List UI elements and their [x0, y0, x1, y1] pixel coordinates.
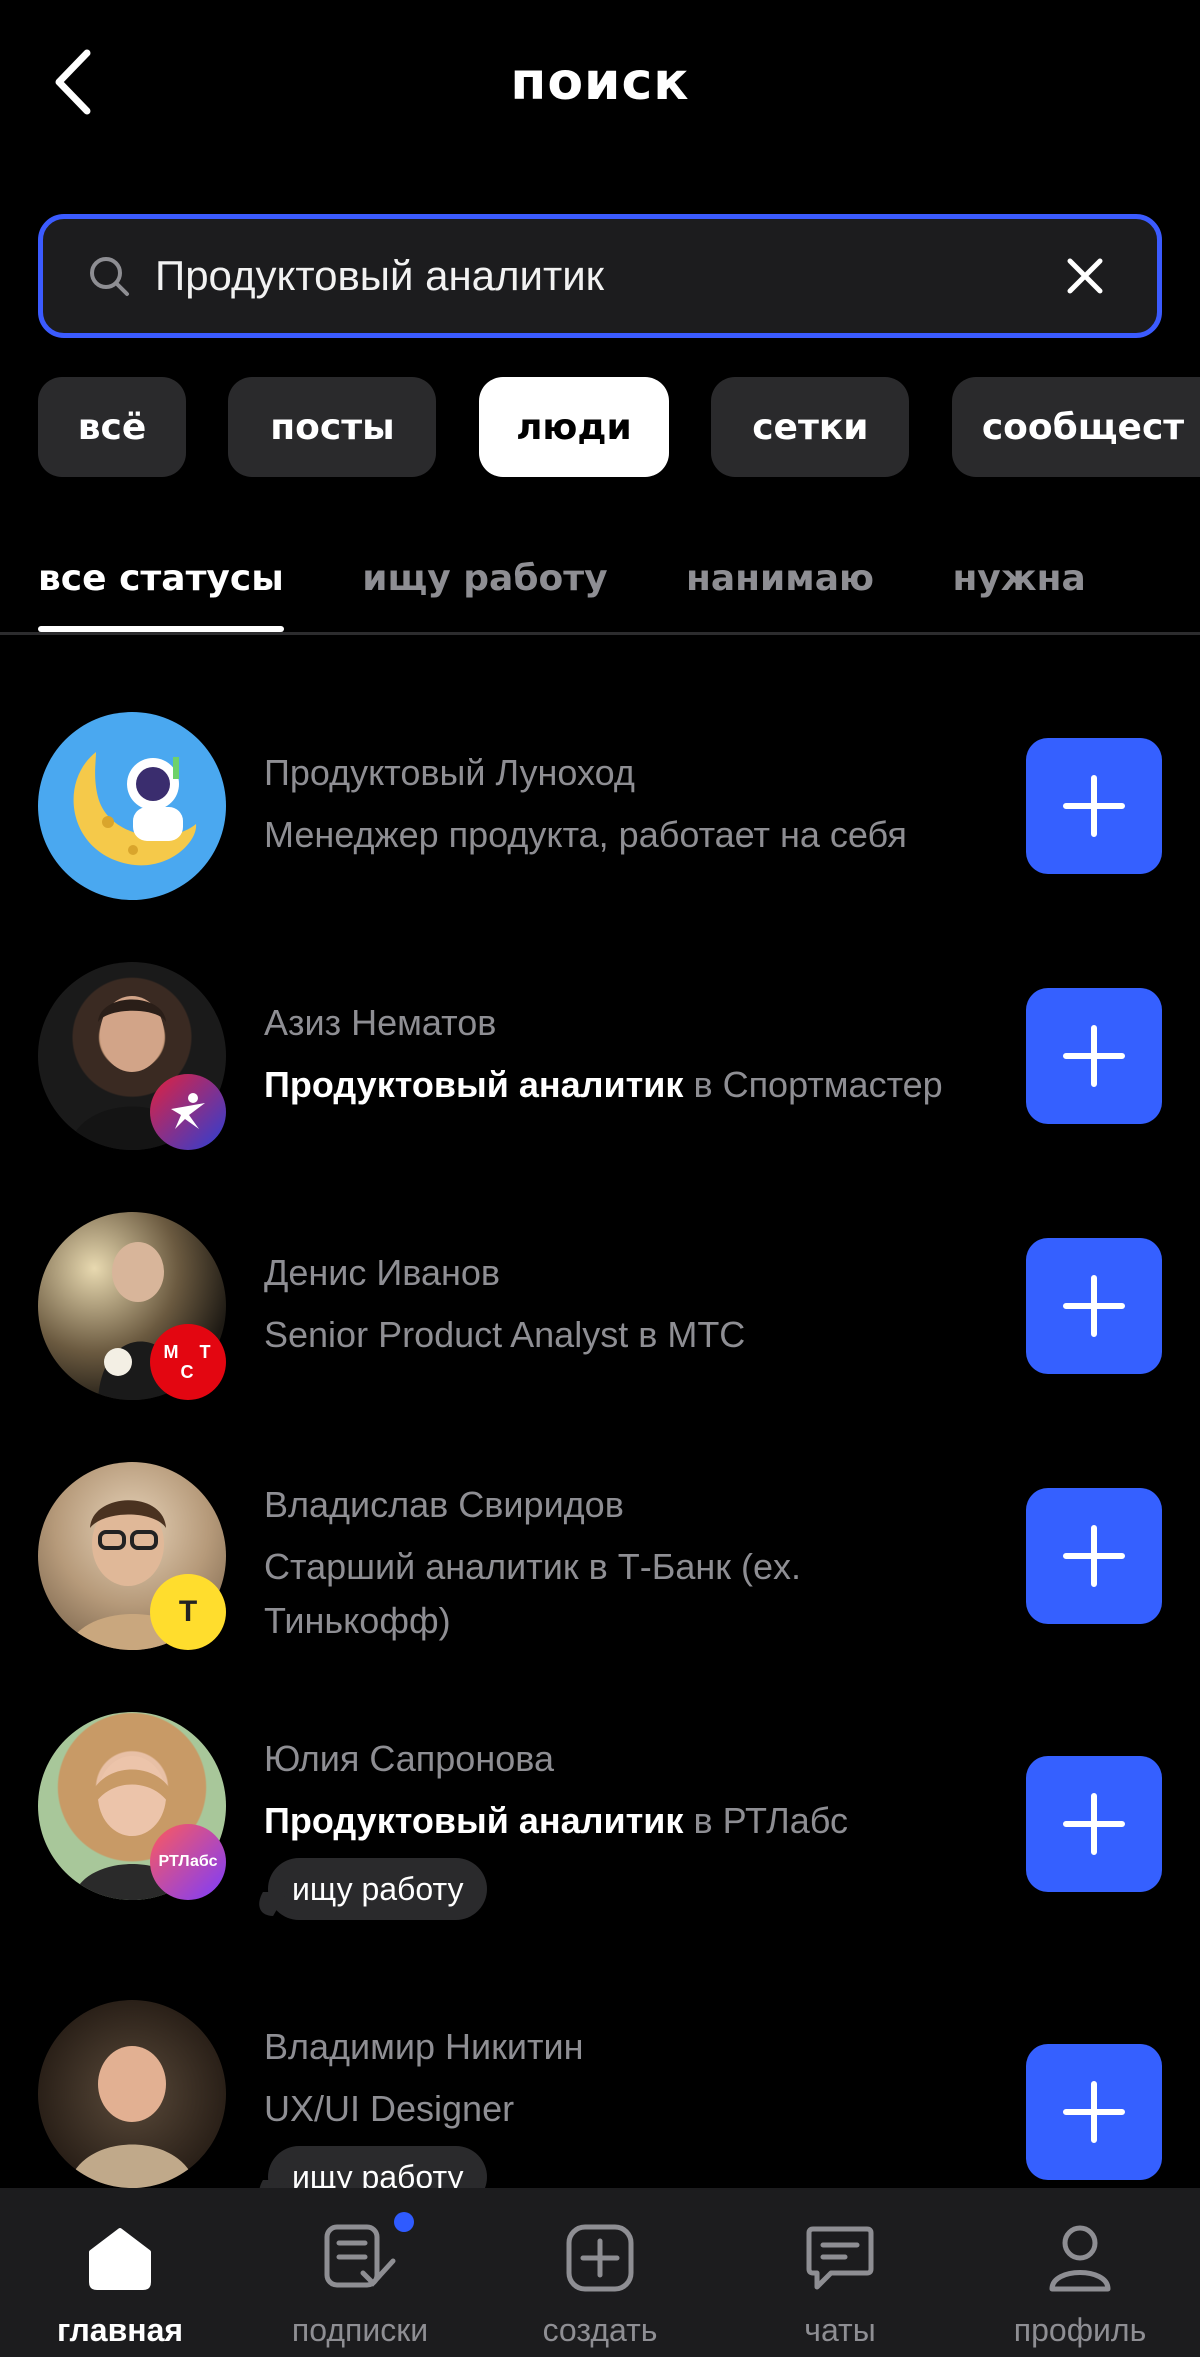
page-title: поиск [510, 52, 690, 112]
tabs-divider [0, 632, 1200, 635]
chip-posts[interactable]: посты [228, 377, 437, 477]
chip-people[interactable]: люди [478, 377, 669, 477]
person-role: Продуктовый аналитик в Спортмастер [264, 1064, 943, 1105]
home-icon [80, 2218, 160, 2298]
rtlabs-logo: РТЛабс [150, 1824, 226, 1900]
nav-subscriptions[interactable]: подписки [240, 2188, 480, 2357]
nav-home[interactable]: главная [0, 2188, 240, 2357]
nav-label: создать [542, 2312, 658, 2348]
nav-profile[interactable]: профиль [960, 2188, 1200, 2357]
tbank-logo: Т [150, 1574, 226, 1650]
header: поиск [0, 0, 1200, 170]
person-name[interactable]: Денис Иванов [264, 1252, 500, 1294]
nav-label: подписки [291, 2312, 429, 2348]
moon-astronaut-avatar [73, 752, 197, 866]
add-contact-button[interactable] [1026, 1238, 1162, 1374]
create-icon [560, 2218, 640, 2298]
clear-search-button[interactable] [1055, 246, 1115, 306]
add-contact-button[interactable] [1026, 738, 1162, 874]
person-role: Старший аналитик в Т-Банк (ex. Тинькофф) [264, 1546, 802, 1641]
chip-communities[interactable]: сообщест [951, 377, 1200, 477]
person-photo [68, 2046, 196, 2188]
person-role: UX/UI Designer [264, 2088, 515, 2129]
tab-looking-for-job[interactable]: ищу работу [362, 540, 607, 632]
nav-chats[interactable]: чаты [720, 2188, 960, 2357]
search-bar[interactable] [38, 214, 1162, 338]
plus-icon [1063, 2081, 1125, 2143]
tab-all-statuses[interactable]: все статусы [38, 540, 284, 632]
profile-icon [1040, 2218, 1120, 2298]
chat-icon [800, 2218, 880, 2298]
person-name[interactable]: Продуктовый Луноход [264, 752, 635, 794]
plus-icon [1063, 1793, 1125, 1855]
sportmaster-logo [150, 1074, 226, 1150]
plus-icon [1063, 775, 1125, 837]
nav-create[interactable]: создать [480, 2188, 720, 2357]
person-name[interactable]: Владимир Никитин [264, 2026, 583, 2068]
person-name[interactable]: Азиз Нематов [264, 1002, 496, 1044]
status-tabs: все статусы ищу работу нанимаю нужна [38, 540, 1200, 632]
category-chips: всё посты люди сетки сообщест [38, 377, 1200, 477]
notification-dot [394, 2212, 414, 2232]
close-icon [1067, 258, 1103, 294]
plus-icon [1063, 1275, 1125, 1337]
plus-icon [1063, 1525, 1125, 1587]
chip-all[interactable]: всё [38, 377, 186, 477]
tab-need[interactable]: нужна [952, 540, 1085, 632]
person-name[interactable]: Юлия Сапронова [264, 1738, 554, 1780]
avatar [38, 712, 226, 900]
mts-logo: М Т С [150, 1324, 226, 1400]
search-icon [90, 257, 129, 296]
nav-label: главная [56, 2312, 184, 2348]
nav-label: профиль [1013, 2312, 1147, 2348]
add-contact-button[interactable] [1026, 1488, 1162, 1624]
add-contact-button[interactable] [1026, 1756, 1162, 1892]
person-role: Менеджер продукта, работает на себя [264, 814, 907, 855]
plus-icon [1063, 1025, 1125, 1087]
bottom-navigation: главная подписки создать чаты профиль [0, 2188, 1200, 2357]
tab-hiring[interactable]: нанимаю [686, 540, 874, 632]
person-name[interactable]: Владислав Свиридов [264, 1484, 624, 1526]
add-contact-button[interactable] [1026, 2044, 1162, 2180]
nav-label: чаты [804, 2312, 876, 2348]
add-contact-button[interactable] [1026, 988, 1162, 1124]
chip-grids[interactable]: сетки [711, 377, 910, 477]
search-input[interactable] [155, 252, 1055, 300]
avatar [38, 2000, 226, 2188]
subscriptions-icon [320, 2218, 400, 2298]
person-role: Senior Product Analyst в МТС [264, 1314, 746, 1355]
person-role: Продуктовый аналитик в РТЛабс [264, 1800, 849, 1841]
status-badge: ищу работу [268, 1858, 488, 1920]
